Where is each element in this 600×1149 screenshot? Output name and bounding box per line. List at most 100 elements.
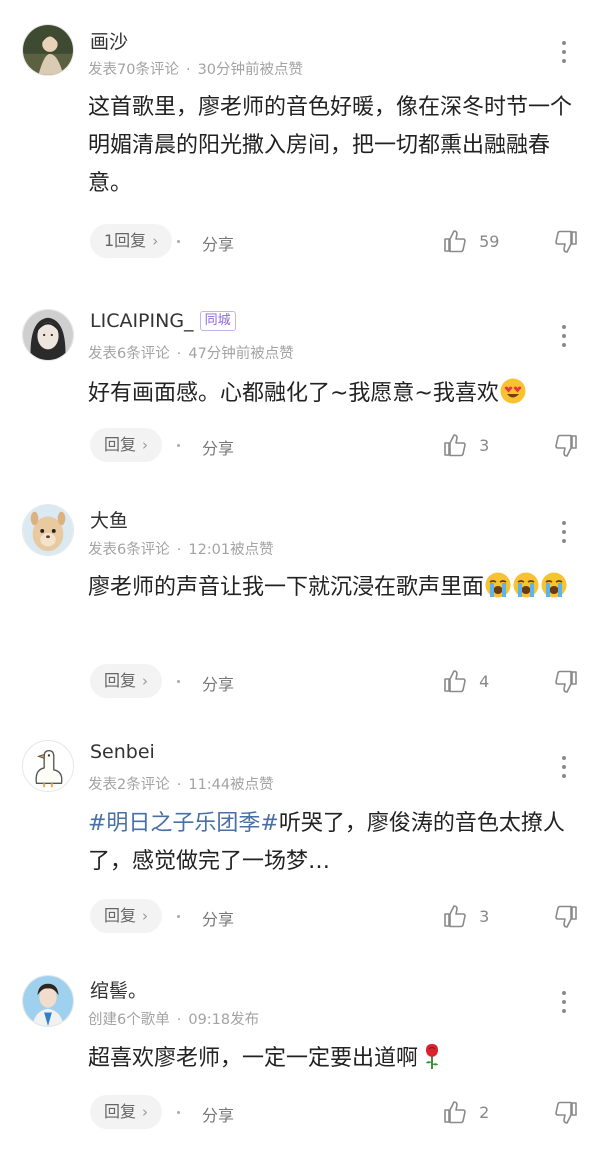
like-count: 3 <box>479 435 490 455</box>
chevron-right-icon: › <box>142 907 149 925</box>
comment-meta: 发表2条评论 · 11:44被点赞 <box>88 773 274 794</box>
meta-right: 47分钟前被点赞 <box>188 346 294 362</box>
more-icon[interactable] <box>556 988 572 1016</box>
like-count: 2 <box>479 1102 490 1122</box>
meta-left: 发表6条评论 <box>88 542 170 558</box>
avatar[interactable] <box>22 24 74 76</box>
like-button[interactable]: 59 <box>442 228 499 254</box>
heart-eyes-emoji-icon <box>499 377 527 405</box>
thumbs-up-icon <box>444 670 466 693</box>
separator-dot <box>177 240 180 243</box>
rose-emoji-icon <box>418 1042 446 1070</box>
avatar[interactable] <box>22 504 74 556</box>
like-count: 59 <box>479 231 500 251</box>
reply-button[interactable]: 1回复 › <box>90 224 173 258</box>
share-button[interactable]: 分享 <box>202 231 234 255</box>
crying-face-emoji-icon <box>484 571 512 599</box>
more-icon[interactable] <box>556 753 572 781</box>
thumbs-up-icon <box>444 905 466 928</box>
comment-text-body: 超喜欢廖老师，一定一定要出道啊 <box>88 1046 419 1071</box>
meta-dot: · <box>176 1012 182 1028</box>
comment-text: 超喜欢廖老师，一定一定要出道啊 <box>88 1040 588 1078</box>
thumbs-down-icon <box>555 670 577 693</box>
thumbs-down-icon <box>555 1101 577 1124</box>
meta-left: 创建6个歌单 <box>88 1012 170 1028</box>
comment-text-body: 好有画面感。心都融化了~我愿意~我喜欢 <box>88 381 499 406</box>
hashtag-link[interactable]: #明日之子乐团季# <box>88 811 279 836</box>
username-text[interactable]: 大鱼 <box>90 510 128 532</box>
chevron-right-icon: › <box>142 436 149 454</box>
reply-label: 回复 <box>104 435 137 454</box>
dislike-button[interactable] <box>553 229 579 255</box>
reply-button[interactable]: 回复 › <box>90 899 163 933</box>
meta-dot: · <box>185 62 191 78</box>
thumbs-down-icon <box>555 905 577 928</box>
meta-left: 发表6条评论 <box>88 346 170 362</box>
share-button[interactable]: 分享 <box>202 906 234 930</box>
username-text[interactable]: 绾髻。 <box>90 980 147 1002</box>
separator-dot <box>177 1111 180 1114</box>
comment-text: 这首歌里，廖老师的音色好暖，像在深冬时节一个明媚清晨的阳光撒入房间，把一切都熏出… <box>88 95 573 196</box>
reply-button[interactable]: 回复 › <box>90 664 163 698</box>
share-button[interactable]: 分享 <box>202 1102 234 1126</box>
share-button[interactable]: 分享 <box>202 435 234 459</box>
like-count: 4 <box>479 671 490 691</box>
local-tag-badge: 同城 <box>199 311 236 331</box>
reply-button[interactable]: 回复 › <box>90 428 163 462</box>
avatar[interactable] <box>22 309 74 361</box>
meta-dot: · <box>176 777 182 793</box>
meta-dot: · <box>176 542 182 558</box>
meta-right: 11:44被点赞 <box>188 777 274 793</box>
username[interactable]: 画沙 <box>90 27 128 54</box>
thumbs-down-icon <box>555 230 577 253</box>
more-icon[interactable] <box>556 518 572 546</box>
username[interactable]: 绾髻。 <box>90 976 147 1003</box>
meta-right: 30分钟前被点赞 <box>197 62 304 78</box>
comment-meta: 发表6条评论 · 12:01被点赞 <box>88 538 274 559</box>
thumbs-down-icon <box>555 434 577 457</box>
like-button[interactable]: 3 <box>442 432 489 458</box>
more-icon[interactable] <box>556 38 572 66</box>
username[interactable]: LICAIPING_ 同城 <box>90 310 236 332</box>
dislike-button[interactable] <box>553 433 579 459</box>
username-text[interactable]: 画沙 <box>90 31 128 53</box>
avatar-image <box>23 505 73 555</box>
chevron-right-icon: › <box>142 1103 149 1121</box>
comment-text: 好有画面感。心都融化了~我愿意~我喜欢 <box>88 375 588 413</box>
thumbs-up-icon <box>444 230 466 253</box>
comment-text: 廖老师的声音让我一下就沉浸在歌声里面 <box>88 569 588 607</box>
chevron-right-icon: › <box>152 232 159 250</box>
username[interactable]: 大鱼 <box>90 506 128 533</box>
separator-dot <box>177 680 180 683</box>
reply-label: 回复 <box>104 1102 137 1121</box>
username[interactable]: Senbei <box>90 741 155 763</box>
reply-button[interactable]: 回复 › <box>90 1095 163 1129</box>
comment-meta: 发表6条评论 · 47分钟前被点赞 <box>88 342 294 363</box>
meta-left: 发表2条评论 <box>88 777 170 793</box>
reply-label: 1回复 <box>104 231 147 250</box>
like-button[interactable]: 3 <box>442 903 489 929</box>
avatar-image <box>23 741 73 791</box>
avatar[interactable] <box>22 740 74 792</box>
dislike-button[interactable] <box>553 904 579 930</box>
crying-face-emoji-icon <box>540 571 568 599</box>
comment-meta: 发表70条评论 · 30分钟前被点赞 <box>88 58 303 79</box>
reply-label: 回复 <box>104 906 137 925</box>
avatar-image <box>23 25 73 75</box>
like-button[interactable]: 2 <box>442 1099 489 1125</box>
avatar[interactable] <box>22 975 74 1027</box>
meta-left: 发表70条评论 <box>88 62 179 78</box>
like-button[interactable]: 4 <box>442 668 489 694</box>
dislike-button[interactable] <box>553 1100 579 1126</box>
share-button[interactable]: 分享 <box>202 671 234 695</box>
separator-dot <box>177 444 180 447</box>
thumbs-up-icon <box>444 1101 466 1124</box>
more-icon[interactable] <box>556 322 572 350</box>
meta-right: 12:01被点赞 <box>188 542 274 558</box>
meta-dot: · <box>176 346 182 362</box>
username-text[interactable]: LICAIPING_ <box>90 310 194 332</box>
username-text[interactable]: Senbei <box>90 741 155 763</box>
chevron-right-icon: › <box>142 672 149 690</box>
meta-right: 09:18发布 <box>188 1012 260 1028</box>
dislike-button[interactable] <box>553 669 579 695</box>
